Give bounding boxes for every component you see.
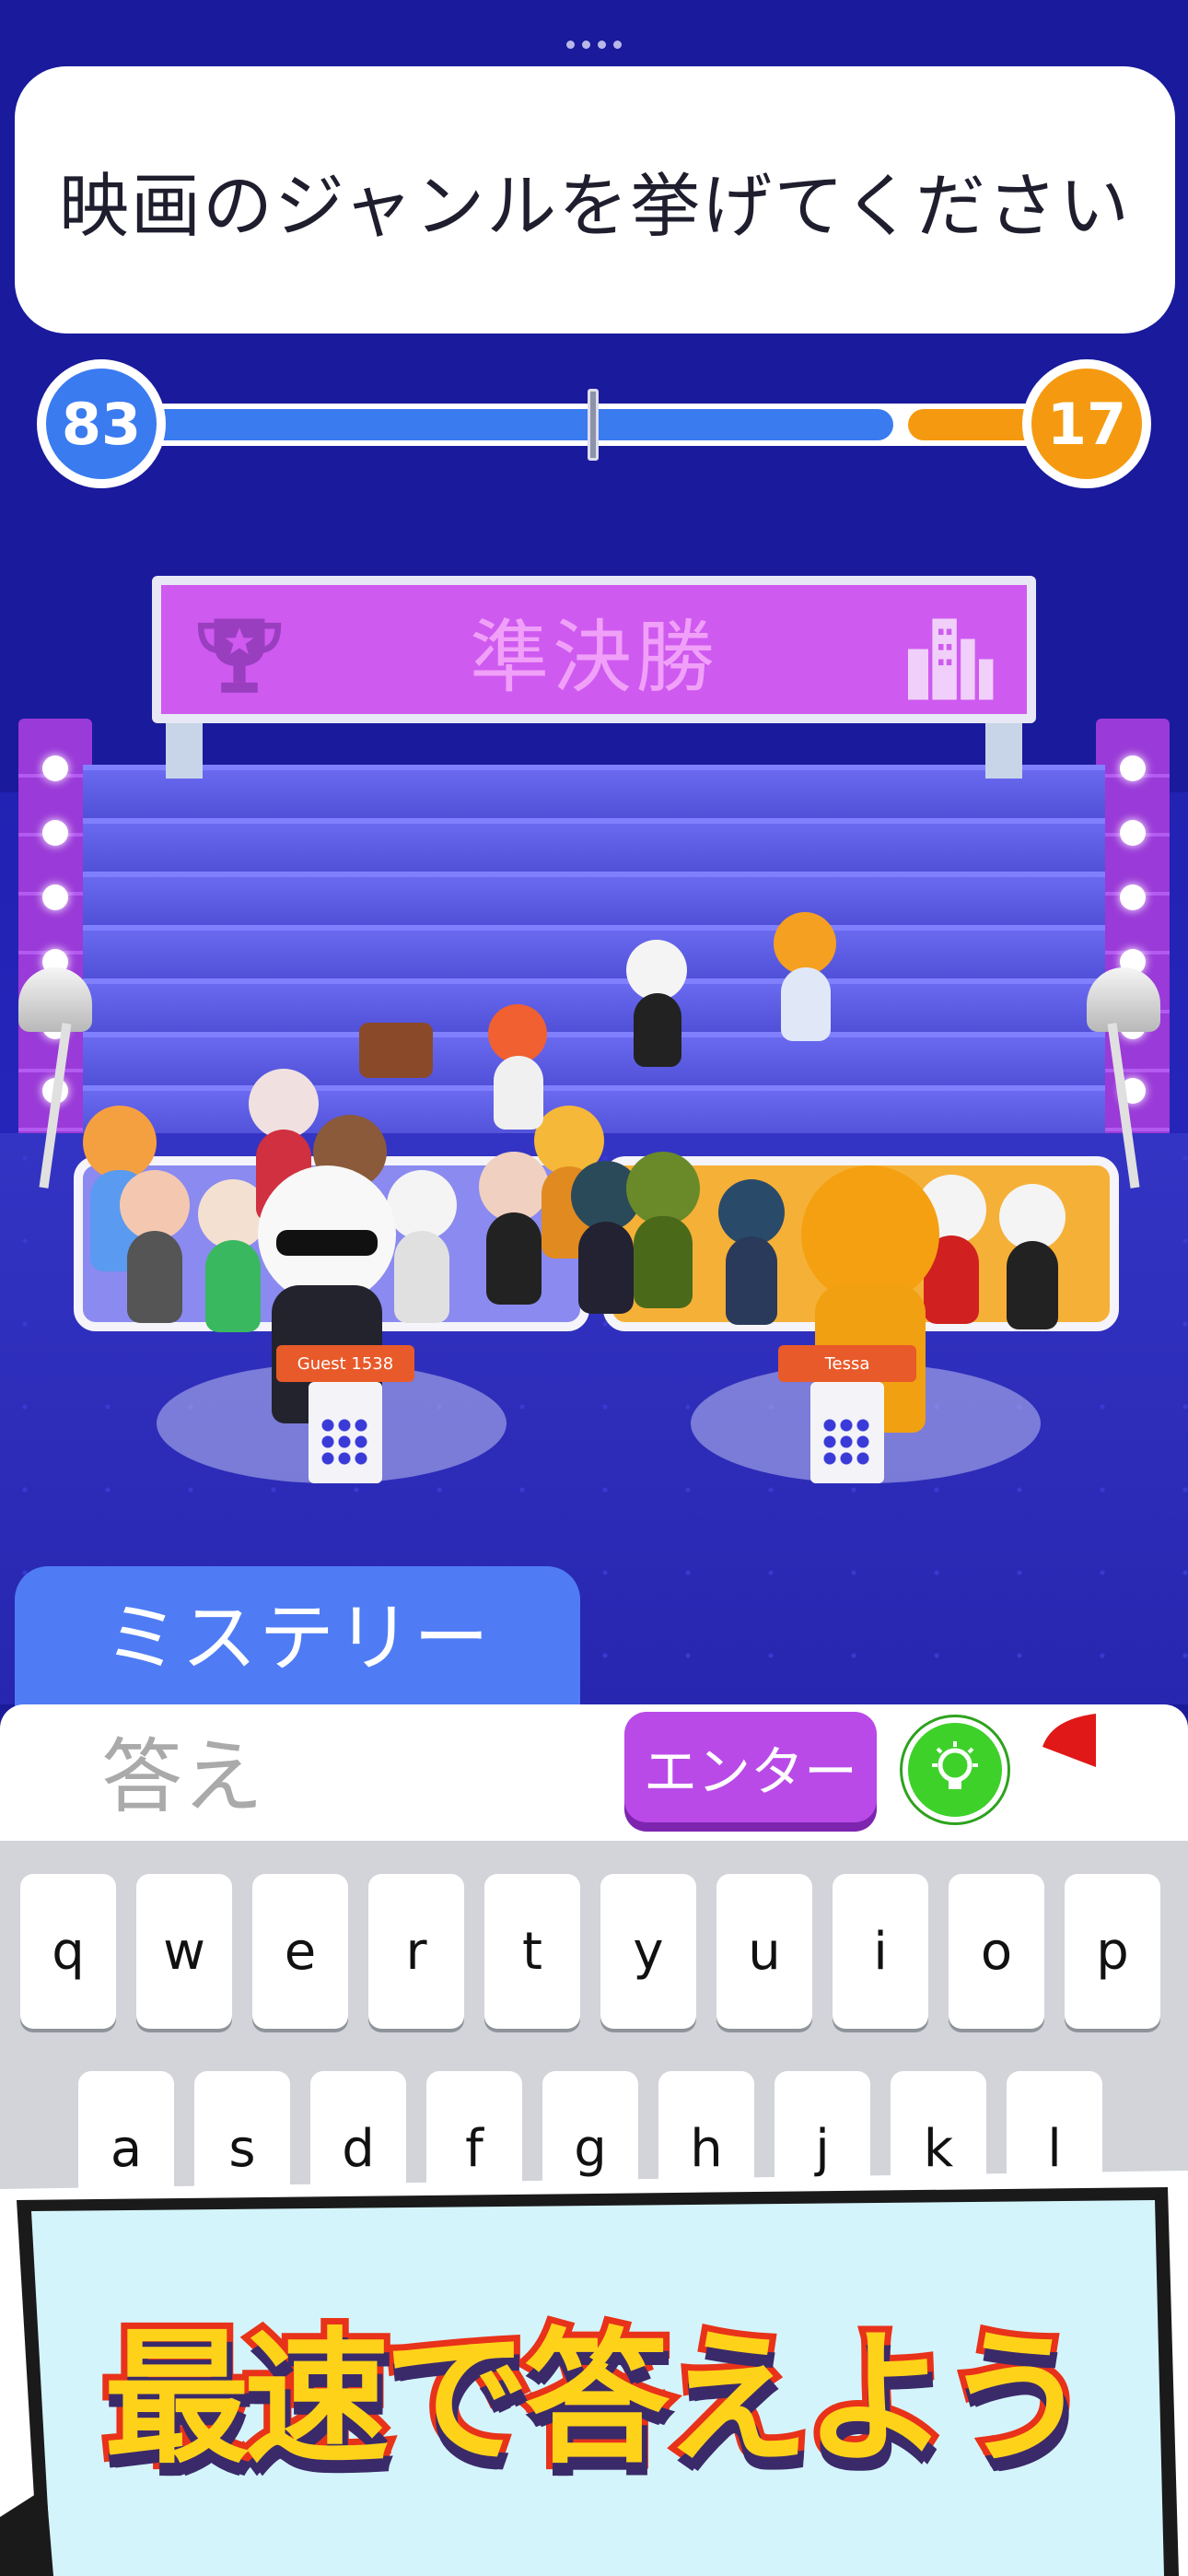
score-left: 83 xyxy=(37,359,166,488)
score-right: 17 xyxy=(1022,359,1151,488)
score-bar: 83 17 xyxy=(37,359,1151,488)
spotlight-left xyxy=(18,967,92,1032)
drag-handle[interactable] xyxy=(566,41,622,49)
city-icon xyxy=(908,618,994,700)
player-nameplate-left: Guest 1538 xyxy=(276,1345,414,1382)
enter-button[interactable]: エンター xyxy=(624,1712,877,1822)
round-title: 準決勝 xyxy=(470,611,718,704)
lightbulb-icon xyxy=(932,1741,978,1789)
key-t[interactable]: t xyxy=(484,1874,580,2029)
key-o[interactable]: o xyxy=(949,1874,1044,2029)
timer-icon xyxy=(1042,1714,1096,1767)
banner-post-left xyxy=(166,723,203,779)
hint-button[interactable] xyxy=(903,1717,1007,1822)
buzzer-podium-left xyxy=(309,1382,382,1483)
banner-post-right xyxy=(985,723,1022,779)
question-text: 映画のジャンルを挙げてください xyxy=(59,165,1131,247)
player-nameplate-right: Tessa xyxy=(778,1345,916,1382)
question-card: 映画のジャンルを挙げてください xyxy=(15,66,1175,334)
promo-text: 最速で答えよう xyxy=(98,2308,1096,2490)
spotlight-right xyxy=(1087,967,1160,1032)
answer-bar: エンター xyxy=(0,1704,1188,1841)
key-w[interactable]: w xyxy=(136,1874,232,2029)
round-banner: 準決勝 xyxy=(152,576,1036,723)
key-r[interactable]: r xyxy=(368,1874,464,2029)
key-y[interactable]: y xyxy=(600,1874,696,2029)
buzzer-podium-right xyxy=(810,1382,884,1483)
category-label: ミステリー xyxy=(103,1594,491,1682)
score-bar-midpoint xyxy=(588,389,599,461)
key-i[interactable]: i xyxy=(833,1874,928,2029)
key-e[interactable]: e xyxy=(252,1874,348,2029)
key-u[interactable]: u xyxy=(716,1874,812,2029)
answer-input[interactable] xyxy=(101,1730,580,1822)
key-p[interactable]: p xyxy=(1065,1874,1160,2029)
trophy-icon xyxy=(197,618,282,693)
light-tower-right xyxy=(1096,719,1170,1142)
key-q[interactable]: q xyxy=(20,1874,116,2029)
score-fill-left xyxy=(129,409,893,440)
category-tab: ミステリー xyxy=(15,1566,580,1714)
promo-banner: 最速で答えよう xyxy=(0,2156,1188,2576)
